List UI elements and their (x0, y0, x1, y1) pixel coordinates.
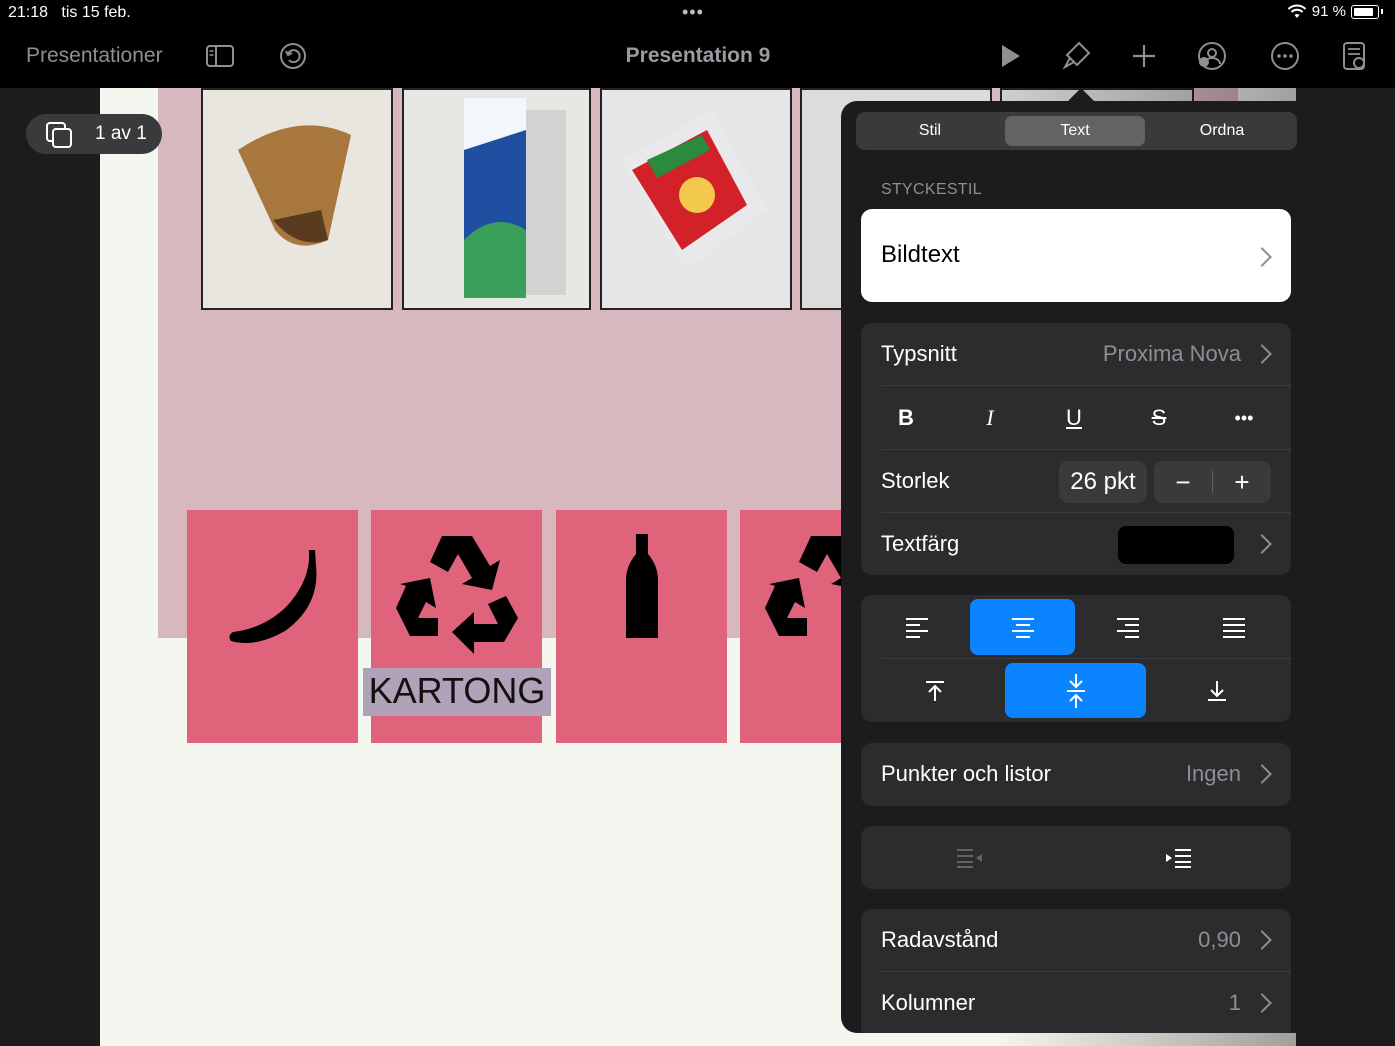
bullets-lists-button[interactable]: Punkter och listor Ingen (861, 743, 1291, 806)
underline-button[interactable]: U (1044, 398, 1104, 438)
pasta-package-photo[interactable] (600, 88, 792, 310)
coffee-filter-photo[interactable] (201, 88, 393, 310)
align-left-button[interactable] (865, 599, 969, 655)
battery-percent: 91 % (1311, 3, 1346, 20)
size-value-field[interactable]: 26 pkt (1059, 461, 1147, 503)
italic-button[interactable]: I (960, 398, 1020, 438)
bottle-icon (626, 534, 658, 638)
chevron-right-icon (1252, 993, 1272, 1013)
multitasking-dots[interactable]: ••• (682, 2, 704, 23)
status-clock: 21:18 (8, 4, 49, 21)
line-spacing-value: 0,90 (1198, 927, 1241, 952)
format-tabs: Stil Text Ordna (856, 112, 1297, 150)
slide-counter-label: 1 av 1 (95, 123, 147, 144)
tab-stil[interactable]: Stil (860, 116, 1000, 146)
paragraph-style-button[interactable]: Bildtext (861, 209, 1291, 302)
paragraph-style-heading: STYCKESTIL (881, 181, 982, 198)
recycle-icon (396, 536, 518, 654)
more-text-options-button[interactable]: ••• (1214, 398, 1274, 438)
slides-icon (46, 122, 72, 148)
valign-middle-button[interactable] (1005, 663, 1146, 718)
popover-arrow (1067, 88, 1095, 102)
size-label: Storlek (881, 468, 950, 493)
slide-counter-button[interactable]: 1 av 1 (26, 114, 162, 154)
line-spacing-label: Radavstånd (881, 927, 999, 952)
chevron-right-icon (1252, 534, 1272, 554)
text-style-buttons: B I U S ••• (861, 386, 1291, 449)
align-right-button[interactable] (1076, 599, 1180, 655)
strikethrough-button[interactable]: S (1129, 398, 1189, 438)
format-popover: Stil Text Ordna STYCKESTIL Bildtext Typs… (841, 101, 1311, 1033)
bullets-label: Punkter och listor (881, 761, 1051, 786)
undo-icon[interactable] (275, 38, 311, 74)
align-left-icon (906, 618, 928, 638)
status-time: 21:18 tis 15 feb. (8, 4, 131, 22)
wifi-icon (1287, 4, 1307, 18)
increase-indent-button[interactable] (1111, 830, 1246, 885)
font-value: Proxima Nova (1102, 341, 1241, 366)
text-color-label: Textfärg (881, 531, 960, 556)
banana-icon (229, 550, 317, 644)
valign-bottom-button[interactable] (1146, 663, 1287, 718)
align-top-icon (926, 680, 944, 701)
align-right-icon (1117, 618, 1139, 638)
bold-button[interactable]: B (876, 398, 936, 438)
columns-label: Kolumner (881, 990, 976, 1015)
document-icon[interactable] (1336, 38, 1372, 74)
size-stepper: − + (1154, 461, 1271, 503)
decrease-size-button[interactable]: − (1154, 467, 1212, 498)
outdent-icon (956, 848, 982, 868)
sidebar-icon[interactable] (202, 38, 238, 74)
paragraph-style-value: Bildtext (881, 241, 960, 268)
bullets-value: Ingen (1185, 761, 1241, 786)
font-row[interactable]: Typsnitt Proxima Nova (881, 323, 1291, 385)
indent-card (861, 826, 1291, 889)
banana-tile[interactable] (187, 510, 358, 743)
chevron-right-icon (1252, 764, 1272, 784)
status-date: tis 15 feb. (61, 4, 131, 21)
collaborate-icon[interactable] (1194, 38, 1230, 74)
chevron-right-icon (1252, 247, 1272, 267)
status-indicators: 91 % (1287, 3, 1383, 20)
alignment-card (861, 595, 1291, 722)
presentations-back-button[interactable]: Presentationer (26, 44, 163, 68)
format-brush-icon[interactable] (1058, 38, 1094, 74)
play-icon[interactable] (991, 38, 1027, 74)
milk-carton-photo[interactable] (402, 88, 591, 310)
line-spacing-row[interactable]: Radavstånd 0,90 (881, 909, 1291, 971)
caption-text[interactable]: KARTONG (363, 670, 551, 712)
tab-text[interactable]: Text (1005, 116, 1145, 146)
columns-value: 1 (1228, 990, 1241, 1015)
columns-row[interactable]: Kolumner 1 (881, 972, 1291, 1033)
align-center-icon (1011, 618, 1034, 638)
align-bottom-icon (1207, 680, 1226, 701)
text-color-row[interactable]: Textfärg (881, 513, 1291, 575)
add-icon[interactable] (1126, 38, 1162, 74)
align-justify-icon (1223, 618, 1245, 638)
text-color-swatch (1118, 526, 1234, 564)
battery-icon (1351, 4, 1379, 19)
align-justify-button[interactable] (1181, 599, 1287, 655)
top-bar: 21:18 tis 15 feb. ••• 91 % Presentatione… (0, 0, 1395, 88)
bottle-tile[interactable] (556, 510, 727, 743)
align-center-button[interactable] (970, 599, 1075, 655)
valign-top-button[interactable] (865, 663, 1005, 718)
chevron-right-icon (1252, 344, 1272, 364)
font-label: Typsnitt (881, 341, 957, 366)
tab-ordna[interactable]: Ordna (1152, 116, 1292, 146)
document-title[interactable]: Presentation 9 (560, 44, 836, 68)
indent-icon (1165, 848, 1191, 868)
font-settings-card: Typsnitt Proxima Nova B I U S ••• Storle… (861, 323, 1291, 575)
spacing-card: Radavstånd 0,90 Kolumner 1 (861, 909, 1291, 1033)
increase-size-button[interactable]: + (1213, 467, 1271, 498)
decrease-indent-button[interactable] (901, 830, 1036, 885)
chevron-right-icon (1252, 930, 1272, 950)
align-middle-icon (1066, 673, 1085, 708)
more-icon[interactable] (1267, 38, 1303, 74)
